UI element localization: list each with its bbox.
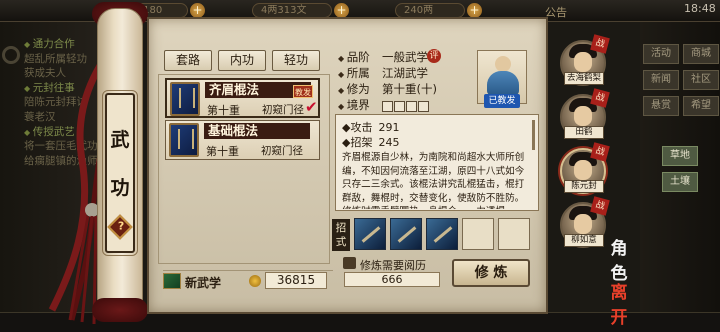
move-slot-4[interactable]	[462, 218, 494, 250]
menu-item[interactable]: 草地	[662, 146, 698, 166]
money-counter: 4两313文	[252, 3, 332, 18]
taught-tag: 已教发	[484, 94, 520, 108]
clock: 18:48	[684, 2, 716, 15]
character-name: 去海鹤梨	[564, 72, 604, 85]
skill-card-qimei[interactable]: 齐眉棍法 教发 第十重 初窥门径 ✔	[165, 78, 320, 118]
book-icon	[170, 82, 200, 116]
currency-value: 36815	[265, 272, 327, 289]
new-martial-bar: 新武学 36815	[163, 270, 333, 290]
character-face	[574, 106, 592, 126]
grade-value: 一般武学	[382, 50, 428, 64]
notice-button[interactable]: 公告	[545, 4, 567, 20]
character-name: 柳如意	[564, 234, 604, 247]
menu-item[interactable]: 社区	[683, 70, 719, 90]
menu-item[interactable]: 悬赏	[643, 96, 679, 116]
check-icon: ✔	[305, 98, 318, 116]
attack-label: 攻击	[350, 121, 373, 134]
move-slot-2[interactable]	[390, 218, 422, 250]
rating-icon[interactable]: 评	[427, 49, 441, 63]
requirement-label: 修炼需要阅历	[360, 259, 426, 272]
move-slot-3[interactable]	[426, 218, 458, 250]
school-row: ◆ 所属	[338, 66, 370, 80]
skill-level: 第十重	[206, 145, 239, 158]
moves-label: 招式	[332, 219, 350, 251]
book-icon	[169, 123, 199, 157]
parry-line: ◆招架 245	[342, 136, 400, 149]
skill-card-basic[interactable]: 基础棍法 第十重 初窥门径	[165, 120, 320, 160]
monk-head	[495, 56, 511, 72]
menu-item[interactable]: 新闻	[643, 70, 679, 90]
title-char-1: 武	[110, 129, 130, 151]
cultivation-label: 修为	[346, 82, 370, 96]
attack-line: ◆攻击 291	[342, 121, 400, 134]
move-slot-1[interactable]	[354, 218, 386, 250]
add-money-button[interactable]: +	[334, 3, 349, 18]
menu-item[interactable]: 活动	[643, 44, 679, 64]
gold-counter: 240两	[395, 3, 465, 18]
character-card[interactable]: 田鹤战	[560, 88, 610, 140]
coin-icon	[249, 275, 261, 287]
title-char-2: 功	[110, 177, 130, 199]
new-martial-label[interactable]: 新武学	[185, 274, 221, 291]
tab-routines[interactable]: 套路	[164, 50, 212, 71]
add-gold-button[interactable]: +	[467, 3, 482, 18]
realm-label: 境界	[346, 98, 370, 112]
menu-item[interactable]: 土壤	[662, 172, 698, 192]
character-name: 田鹤	[564, 126, 604, 139]
menu-item[interactable]: 商城	[683, 44, 719, 64]
description-box: ◆攻击 291 ◆招架 245 齐眉棍源自少林，为南院和尚超水大师所创编，不知因何流…	[335, 114, 539, 211]
attack-value: 291	[378, 121, 400, 134]
character-face	[574, 160, 592, 180]
leave-button[interactable]: 离开	[608, 278, 630, 328]
school-label: 所属	[346, 66, 370, 80]
cultivation-value: 第十重(十)	[382, 82, 437, 96]
character-face	[574, 52, 592, 72]
parry-value: 245	[378, 136, 400, 149]
grade-label: 品阶	[346, 50, 370, 64]
monk-body	[487, 71, 519, 95]
parry-label: 招架	[350, 136, 373, 149]
new-martial-book-icon[interactable]	[163, 273, 181, 289]
school-value: 江湖武学	[382, 66, 428, 80]
character-card[interactable]: 柳如意战	[560, 196, 610, 248]
character-face	[574, 214, 592, 234]
realm-row: ◆ 境界	[338, 98, 370, 112]
cultivation-row: ◆ 修为	[338, 82, 370, 96]
character-name: 陈元封	[564, 180, 604, 193]
requirement-value: 666	[344, 272, 440, 287]
grade-row: ◆ 品阶	[338, 50, 370, 64]
taught-badge: 教发	[293, 85, 313, 98]
description-scrollbar[interactable]	[532, 120, 535, 150]
scroll-cap-bottom	[92, 298, 148, 322]
tab-lightness[interactable]: 轻功	[272, 50, 320, 71]
role-button[interactable]: 角色	[608, 234, 630, 284]
skill-rank: 初窥门径	[262, 104, 304, 116]
skill-description: 齐眉棍源自少林，为南院和尚超水大师所创编，不知因何流落至江湖，原四十八式如今只存…	[342, 152, 525, 209]
skill-name: 基础棍法	[204, 123, 310, 139]
skill-level: 第十重	[207, 104, 240, 117]
menu-item[interactable]: 希望	[683, 96, 719, 116]
practice-button[interactable]: 修 炼	[452, 259, 530, 287]
skill-rank: 初窥门径	[261, 145, 303, 157]
move-slot-5[interactable]	[498, 218, 530, 250]
character-card[interactable]: 陈元封战	[560, 142, 610, 194]
add-energy-button[interactable]: +	[190, 3, 205, 18]
tab-internal[interactable]: 内功	[218, 50, 266, 71]
character-card[interactable]: 去海鹤梨战	[560, 34, 610, 86]
book-requirement-icon	[343, 257, 356, 269]
